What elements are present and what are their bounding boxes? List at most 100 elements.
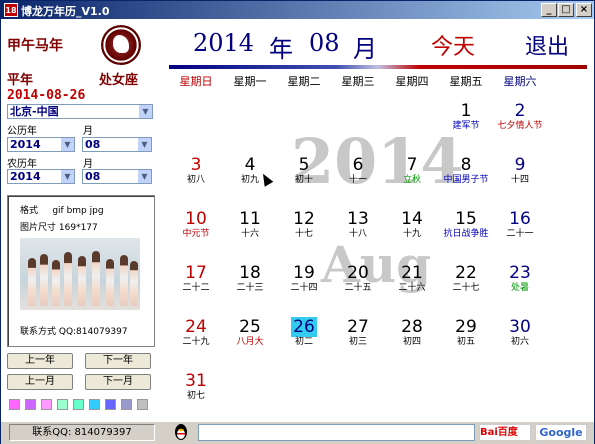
solar-month-select[interactable]: 08 ▼ — [82, 137, 152, 152]
day-cell[interactable]: 8 中国男子节 — [439, 155, 493, 193]
format-line: 格式 gif bmp jpg — [20, 203, 104, 216]
quit-button[interactable]: 退出 — [525, 29, 569, 61]
photo-figure — [130, 261, 138, 306]
solar-year-label: 公历年 — [7, 126, 37, 137]
day-cell[interactable]: 31 初七 — [169, 371, 223, 409]
day-cell[interactable]: 14 十九 — [385, 209, 439, 247]
day-cell[interactable]: 28 初四 — [385, 317, 439, 355]
chevron-down-icon[interactable]: ▼ — [139, 105, 152, 118]
day-cell[interactable]: 17 二十二 — [169, 263, 223, 301]
calendar-panel: 2014 年 08 月 今天 退出 星期日 星期一 星期二 星期三 星期四 星期五 星期六 … — [161, 21, 593, 419]
google-logo-text: Google — [539, 426, 583, 439]
day-cell[interactable]: 26 初二 — [277, 317, 331, 355]
weekday-label: 星期五 — [449, 75, 483, 88]
day-cell[interactable]: 30 初六 — [493, 317, 547, 355]
lunar-day-label: 抗日战争胜 — [443, 229, 489, 239]
solar-month-value: 08 — [85, 138, 101, 151]
day-cell[interactable]: 22 二十七 — [439, 263, 493, 301]
day-cell[interactable]: 27 初三 — [331, 317, 385, 355]
next-year-button[interactable]: 下一年 — [85, 353, 151, 369]
lunar-day-label: 初十 — [294, 175, 313, 185]
lunar-day-label: 二十五 — [344, 283, 372, 293]
day-cell[interactable]: 5 初十 — [277, 155, 331, 193]
minimize-button[interactable]: _ — [541, 3, 557, 17]
day-cell[interactable]: 2 七夕情人节 — [493, 101, 547, 139]
lunar-month-select[interactable]: 08 ▼ — [82, 169, 152, 184]
day-cell[interactable]: 3 初八 — [169, 155, 223, 193]
lunar-day-label: 十一 — [348, 175, 367, 185]
day-number: 31 — [185, 371, 207, 391]
day-cell[interactable]: 15 抗日战争胜 — [439, 209, 493, 247]
lunar-day-label: 八月大 — [236, 337, 264, 347]
color-swatch[interactable] — [105, 399, 116, 410]
lunar-day-label: 处暑 — [510, 283, 529, 293]
day-number: 21 — [401, 263, 423, 283]
solar-year-select[interactable]: 2014 ▼ — [7, 137, 75, 152]
horse-emblem-icon — [101, 25, 141, 65]
prev-month-button[interactable]: 上一月 — [7, 374, 73, 390]
qq-penguin-icon[interactable] — [173, 423, 189, 441]
day-cell[interactable]: 10 中元节 — [169, 209, 223, 247]
title-bar[interactable]: 18 博龙万年历_V1.0 _ □ × — [1, 1, 594, 19]
baidu-search-button[interactable]: Bai百度 — [479, 424, 531, 441]
day-number: 10 — [185, 209, 207, 229]
day-number: 16 — [509, 209, 531, 229]
day-cell[interactable]: 12 十七 — [277, 209, 331, 247]
day-cell[interactable]: 1 建军节 — [439, 101, 493, 139]
day-cell[interactable]: 13 十八 — [331, 209, 385, 247]
photo-figure — [78, 256, 86, 306]
day-cell[interactable]: 19 二十四 — [277, 263, 331, 301]
google-search-button[interactable]: Google — [535, 424, 587, 441]
next-month-button[interactable]: 下一月 — [85, 374, 151, 390]
day-cell[interactable]: 11 十六 — [223, 209, 277, 247]
color-swatch[interactable] — [137, 399, 148, 410]
day-number: 3 — [190, 155, 202, 175]
color-swatch[interactable] — [57, 399, 68, 410]
color-swatch[interactable] — [41, 399, 52, 410]
close-button[interactable]: × — [576, 3, 592, 17]
lunar-day-label: 初八 — [186, 175, 205, 185]
header-month: 08 — [309, 29, 340, 57]
prev-year-button[interactable]: 上一年 — [7, 353, 73, 369]
lunar-year-select[interactable]: 2014 ▼ — [7, 169, 75, 184]
day-number: 23 — [509, 263, 531, 283]
photo-figure — [52, 260, 60, 306]
day-cell[interactable]: 25 八月大 — [223, 317, 277, 355]
constellation: 处女座 — [99, 73, 139, 88]
color-swatch[interactable] — [25, 399, 36, 410]
chevron-down-icon[interactable]: ▼ — [61, 138, 74, 151]
lunar-day-label: 二十一 — [506, 229, 534, 239]
day-cell[interactable]: 18 二十三 — [223, 263, 277, 301]
color-swatch[interactable] — [9, 399, 20, 410]
color-swatch[interactable] — [89, 399, 100, 410]
city-value: 北京-中国 — [10, 105, 59, 118]
day-cell[interactable]: 16 二十一 — [493, 209, 547, 247]
color-swatch[interactable] — [121, 399, 132, 410]
day-cell[interactable]: 9 十四 — [493, 155, 547, 193]
color-swatch[interactable] — [73, 399, 84, 410]
chevron-down-icon[interactable]: ▼ — [138, 170, 151, 183]
lunar-day-label: 初六 — [510, 337, 529, 347]
day-cell[interactable]: 20 二十五 — [331, 263, 385, 301]
day-cell[interactable]: 23 处暑 — [493, 263, 547, 301]
day-cell[interactable]: 29 初五 — [439, 317, 493, 355]
chevron-down-icon[interactable]: ▼ — [138, 138, 151, 151]
search-input[interactable] — [198, 424, 475, 441]
status-bar: 联系QQ: 814079397 Bai百度 Google — [1, 421, 594, 444]
day-cell[interactable]: 24 二十九 — [169, 317, 223, 355]
day-cell[interactable]: 7 立秋 — [385, 155, 439, 193]
day-cell[interactable]: 21 二十六 — [385, 263, 439, 301]
day-number: 30 — [509, 317, 531, 337]
day-cell[interactable]: 6 十一 — [331, 155, 385, 193]
year-type: 平年 — [7, 73, 34, 88]
chevron-down-icon[interactable]: ▼ — [61, 170, 74, 183]
today-button[interactable]: 今天 — [431, 29, 475, 61]
photo-figure — [106, 259, 114, 306]
group-photo[interactable] — [20, 238, 140, 310]
format-values: gif bmp jpg — [52, 206, 104, 216]
solar-month-label: 月 — [83, 126, 93, 137]
city-select[interactable]: 北京-中国 ▼ — [7, 104, 153, 119]
maximize-button[interactable]: □ — [558, 3, 574, 17]
size-label: 图片尺寸 — [20, 223, 57, 233]
lunar-day-label: 十六 — [240, 229, 259, 239]
